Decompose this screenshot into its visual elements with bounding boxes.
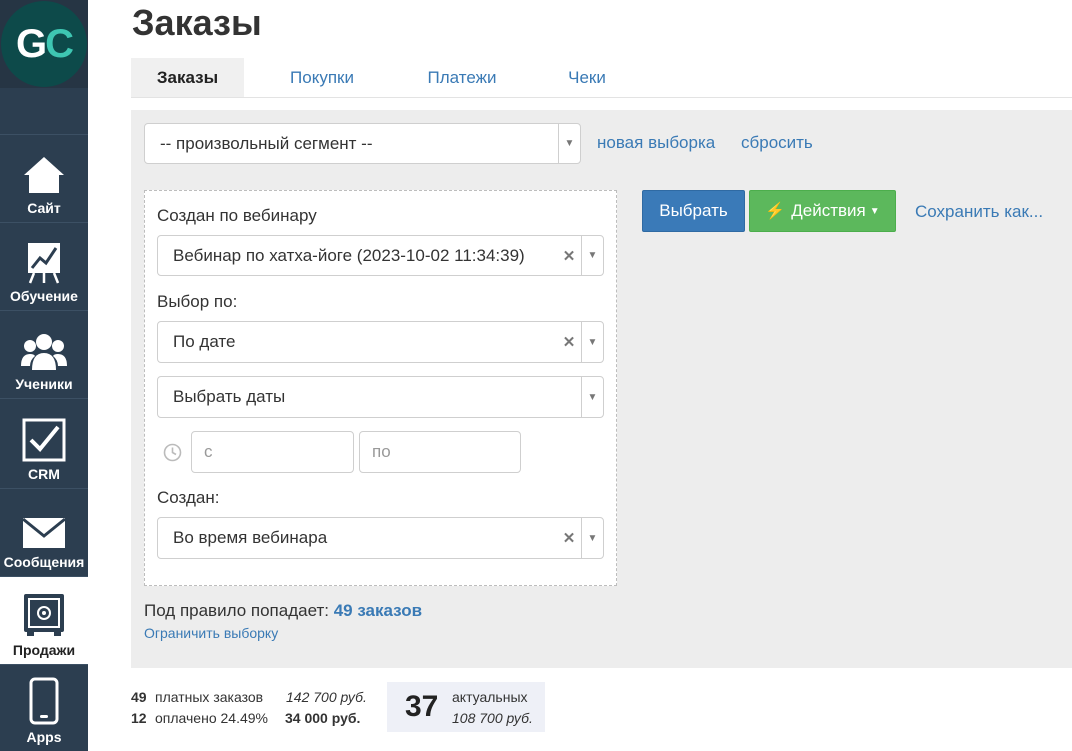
safe-icon <box>24 594 64 636</box>
selection-by-select[interactable]: По дате ✕ ▼ <box>157 321 604 363</box>
phone-icon <box>29 677 59 725</box>
sidebar-item-learning[interactable]: Обучение <box>0 222 88 310</box>
paid2-sum: 34 000 руб. <box>285 710 361 726</box>
checkbox-icon <box>22 418 66 462</box>
save-as-link[interactable]: Сохранить как... <box>915 202 1043 222</box>
chevron-down-icon[interactable]: ▼ <box>581 518 603 558</box>
sidebar-item-messages[interactable]: Сообщения <box>0 488 88 576</box>
users-icon <box>21 334 67 370</box>
sidebar-item-label: Сообщения <box>3 554 85 570</box>
clock-icon <box>163 443 182 462</box>
segment-select-value: -- произвольный сегмент -- <box>160 133 373 153</box>
selection-by-label: Выбор по: <box>157 292 238 311</box>
dates-select-value: Выбрать даты <box>173 387 286 406</box>
sidebar-item-label: Ученики <box>15 376 73 392</box>
chevron-down-icon[interactable]: ▼ <box>558 124 580 163</box>
house-icon <box>24 157 64 193</box>
logo-letter-c: C <box>45 21 74 66</box>
chart-board-icon <box>28 243 60 284</box>
limit-selection-link[interactable]: Ограничить выборку <box>144 625 278 641</box>
sidebar-item-apps[interactable]: Apps <box>0 664 88 751</box>
dates-select[interactable]: Выбрать даты ▼ <box>157 376 604 418</box>
sidebar-item-site[interactable]: Сайт <box>0 134 88 222</box>
date-to-placeholder: по <box>372 442 391 461</box>
logo[interactable]: GC <box>1 1 87 87</box>
webinar-select[interactable]: Вебинар по хатха-йоге (2023-10-02 11:34:… <box>157 235 604 276</box>
tab-purchases[interactable]: Покупки <box>271 58 373 97</box>
tab-receipts[interactable]: Чеки <box>551 58 623 97</box>
caret-down-icon: ▼ <box>869 205 880 217</box>
sidebar-item-label: Обучение <box>10 288 78 304</box>
webinar-select-value: Вебинар по хатха-йоге (2023-10-02 11:34:… <box>173 245 525 265</box>
reset-link[interactable]: сбросить <box>741 133 813 153</box>
date-from-input[interactable]: с <box>191 431 354 473</box>
lightning-icon: ⚡ <box>765 203 786 220</box>
created-select[interactable]: Во время вебинара ✕ ▼ <box>157 517 604 559</box>
segment-select[interactable]: -- произвольный сегмент -- ▼ <box>144 123 581 164</box>
logo-area[interactable]: GC <box>0 0 88 88</box>
sidebar-item-label: Продажи <box>12 642 76 658</box>
date-to-input[interactable]: по <box>359 431 521 473</box>
new-selection-link[interactable]: новая выборка <box>597 133 715 153</box>
select-button[interactable]: Выбрать <box>642 190 745 232</box>
rule-text-label: Под правило попадает: <box>144 601 329 620</box>
actual-sum: 108 700 руб. <box>452 710 533 726</box>
chevron-down-icon[interactable]: ▼ <box>581 236 603 275</box>
webinar-label: Создан по вебинару <box>157 206 317 225</box>
sidebar-item-students[interactable]: Ученики <box>0 310 88 398</box>
sidebar: GC Сайт Обучение Ученики CRM Сообщения П… <box>0 0 88 751</box>
page-title: Заказы <box>132 2 262 43</box>
sidebar-item-label: Apps <box>26 729 62 745</box>
rule-count-link[interactable]: 49 заказов <box>334 601 422 620</box>
sidebar-item-sales[interactable]: Продажи <box>0 576 88 664</box>
paid-sum: 142 700 руб. <box>286 689 367 705</box>
actions-button-label: Действия <box>791 201 866 220</box>
created-label: Создан: <box>157 488 220 507</box>
date-from-placeholder: с <box>204 442 213 461</box>
chevron-down-icon[interactable]: ▼ <box>581 377 603 417</box>
tab-payments[interactable]: Платежи <box>411 58 513 97</box>
sidebar-item-label: CRM <box>28 466 60 482</box>
created-select-value: Во время вебинара <box>173 528 328 547</box>
selection-by-value: По дате <box>173 332 236 351</box>
rule-text: Под правило попадает: 49 заказов <box>144 601 422 621</box>
chevron-down-icon[interactable]: ▼ <box>581 322 603 362</box>
actual-label: актуальных <box>452 689 528 705</box>
clear-icon[interactable]: ✕ <box>557 247 581 265</box>
actions-button[interactable]: ⚡ Действия ▼ <box>749 190 896 232</box>
paid2-label: оплачено 24.49% <box>155 710 268 726</box>
actual-count: 37 <box>405 690 439 723</box>
clear-icon[interactable]: ✕ <box>557 529 581 547</box>
tab-bar: Заказы Покупки Платежи Чеки <box>131 58 1072 98</box>
sidebar-item-label: Сайт <box>27 200 61 216</box>
paid-label: платных заказов <box>155 689 264 705</box>
logo-letter-g: G <box>15 21 47 66</box>
paid2-count: 12 <box>131 710 147 726</box>
sidebar-item-crm[interactable]: CRM <box>0 398 88 488</box>
clear-icon[interactable]: ✕ <box>557 333 581 351</box>
select-button-label: Выбрать <box>659 201 728 220</box>
tab-orders[interactable]: Заказы <box>131 58 244 97</box>
paid-count: 49 <box>131 689 147 705</box>
envelope-icon <box>22 517 66 548</box>
